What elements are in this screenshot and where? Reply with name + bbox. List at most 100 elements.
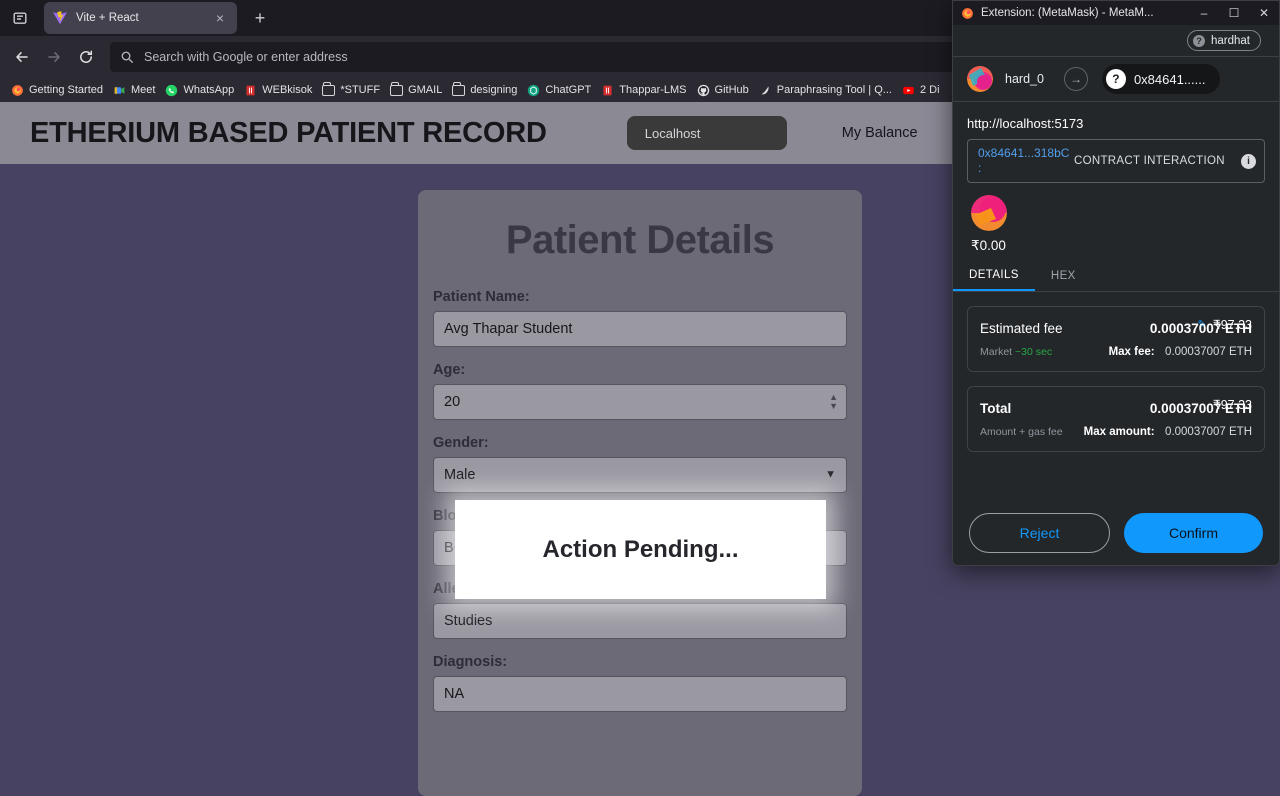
estimated-fee-label: Estimated fee bbox=[980, 321, 1063, 336]
metamask-extension-window: Extension: (MetaMask) - MetaM... – ☐ ✕ ?… bbox=[952, 0, 1280, 566]
browser-tab[interactable]: Vite + React × bbox=[44, 2, 237, 34]
patient-details-card: Patient Details Patient Name: Avg Thapar… bbox=[418, 190, 862, 796]
page-title: ETHERIUM BASED PATIENT RECORD bbox=[30, 116, 547, 149]
market-speed: Market ~30 sec bbox=[980, 346, 1052, 358]
firefox-browser-window: Vite + React × + Search with Google or e… bbox=[0, 0, 1280, 796]
chatgpt-icon bbox=[527, 84, 540, 97]
info-icon[interactable]: i bbox=[1241, 153, 1256, 169]
bookmark-label: *STUFF bbox=[340, 84, 381, 96]
bookmark-meet[interactable]: Meet bbox=[108, 80, 160, 100]
contract-type-label: CONTRACT INTERACTION bbox=[1074, 154, 1225, 167]
max-amount-label: Max amount: bbox=[1083, 426, 1155, 438]
urlbar-placeholder: Search with Google or enter address bbox=[144, 50, 348, 64]
bookmark-label: ChatGPT bbox=[545, 84, 592, 96]
market-label: Market bbox=[980, 346, 1013, 358]
bookmark-github[interactable]: GitHub bbox=[692, 80, 754, 100]
field-diagnosis: Diagnosis: NA bbox=[433, 654, 847, 712]
gender-select[interactable]: Male ▼ bbox=[433, 457, 847, 493]
max-amount-value: 0.00037007 ETH bbox=[1165, 426, 1252, 438]
action-pending-text: Action Pending... bbox=[542, 535, 739, 563]
max-fee-group: Max fee: 0.00037007 ETH bbox=[1109, 342, 1252, 360]
total-main-row: Total 0.00037007 ETH bbox=[980, 401, 1252, 416]
forward-arrow-icon bbox=[38, 41, 70, 73]
bookmark-label: 2 Di bbox=[919, 84, 940, 96]
folder-icon bbox=[452, 82, 466, 97]
details-hex-tabs: DETAILS HEX bbox=[953, 262, 1279, 292]
bookmark-whatsapp[interactable]: WhatsApp bbox=[160, 80, 239, 100]
reload-icon[interactable] bbox=[70, 41, 102, 73]
age-input[interactable]: 20 ▲ ▼ bbox=[433, 384, 847, 420]
bookmark-webkisok[interactable]: WEBkisok bbox=[239, 80, 317, 100]
amount-section: ₹0.00 bbox=[953, 183, 1279, 254]
bookmark-label: designing bbox=[470, 84, 518, 96]
metamask-window-title: Extension: (MetaMask) - MetaM... bbox=[981, 7, 1154, 19]
bookmark-youtube[interactable]: 2 Di bbox=[897, 80, 945, 100]
network-button[interactable]: Localhost bbox=[626, 116, 787, 150]
number-stepper-icon[interactable]: ▲ ▼ bbox=[829, 393, 838, 411]
bookmark-label: Getting Started bbox=[29, 84, 103, 96]
bookmark-getting-started[interactable]: Getting Started bbox=[6, 80, 108, 100]
bookmark-thappar-lms[interactable]: Thappar-LMS bbox=[596, 80, 691, 100]
chevron-down-icon: ▼ bbox=[825, 468, 836, 481]
market-time: ~30 sec bbox=[1015, 346, 1053, 358]
eth-token-icon bbox=[971, 195, 1007, 231]
close-icon[interactable]: ✕ bbox=[1249, 1, 1279, 25]
bookmark-folder-designing[interactable]: designing bbox=[447, 80, 522, 100]
minimize-icon[interactable]: – bbox=[1189, 1, 1219, 25]
bookmark-chatgpt[interactable]: ChatGPT bbox=[522, 80, 596, 100]
max-fee-value: 0.00037007 ETH bbox=[1165, 346, 1252, 358]
network-badge-icon: ? bbox=[1192, 34, 1205, 47]
max-amount-group: Max amount: 0.00037007 ETH bbox=[1084, 422, 1252, 440]
estimated-fee-sub-row: Market ~30 sec Max fee: 0.00037007 ETH bbox=[980, 342, 1252, 360]
field-label: Gender: bbox=[433, 435, 489, 451]
total-box: ₹97.33 Total 0.00037007 ETH Amount + gas… bbox=[967, 386, 1265, 452]
bookmark-paraphrasing-tool[interactable]: Paraphrasing Tool | Q... bbox=[754, 80, 897, 100]
confirm-button[interactable]: Confirm bbox=[1124, 513, 1263, 553]
tab-title: Vite + React bbox=[76, 12, 139, 24]
total-sub-label: Amount + gas fee bbox=[980, 426, 1063, 438]
new-tab-button[interactable]: + bbox=[245, 3, 275, 33]
reject-button[interactable]: Reject bbox=[969, 513, 1110, 553]
field-gender: Gender: Male ▼ bbox=[433, 435, 847, 493]
close-icon[interactable]: × bbox=[211, 9, 229, 27]
field-age: Age: 20 ▲ ▼ bbox=[433, 362, 847, 420]
bookmark-label: Paraphrasing Tool | Q... bbox=[776, 84, 892, 96]
folder-icon bbox=[390, 82, 404, 97]
folder-icon bbox=[322, 82, 336, 97]
action-buttons: Reject Confirm bbox=[953, 499, 1279, 565]
back-arrow-icon[interactable] bbox=[6, 41, 38, 73]
maximize-icon[interactable]: ☐ bbox=[1219, 1, 1249, 25]
jazzicon-avatar bbox=[967, 66, 993, 92]
select-value: Male bbox=[444, 467, 476, 483]
input-value: Studies bbox=[444, 613, 493, 629]
field-label: Diagnosis: bbox=[433, 654, 508, 670]
tab-details[interactable]: DETAILS bbox=[953, 261, 1035, 291]
field-label: Patient Name: bbox=[433, 289, 530, 305]
action-pending-modal: Action Pending... bbox=[455, 500, 826, 599]
patient-name-input[interactable]: Avg Thapar Student bbox=[433, 311, 847, 347]
network-name: hardhat bbox=[1210, 34, 1250, 47]
tab-hex[interactable]: HEX bbox=[1035, 261, 1092, 291]
balance-label: My Balance bbox=[841, 125, 918, 141]
metamask-titlebar: Extension: (MetaMask) - MetaM... – ☐ ✕ bbox=[953, 1, 1279, 25]
account-name: hard_0 bbox=[1005, 72, 1044, 86]
firefox-icon bbox=[11, 84, 24, 97]
contract-address: 0x84641...318bC : bbox=[978, 146, 1070, 175]
lms-icon bbox=[601, 84, 614, 97]
field-patient-name: Patient Name: Avg Thapar Student bbox=[433, 289, 847, 347]
bookmark-label: WhatsApp bbox=[183, 84, 235, 96]
recipient-badge-icon: ? bbox=[1105, 69, 1126, 89]
bookmark-folder-stuff[interactable]: *STUFF bbox=[317, 80, 385, 100]
network-selector[interactable]: ? hardhat bbox=[1186, 30, 1261, 51]
screen-root: Vite + React × + Search with Google or e… bbox=[0, 0, 1280, 796]
bookmark-folder-gmail[interactable]: GMAIL bbox=[385, 80, 447, 100]
contract-interaction-box[interactable]: 0x84641...318bC : CONTRACT INTERACTION i bbox=[967, 139, 1265, 183]
recipient-pill[interactable]: ? 0x84641...... bbox=[1101, 64, 1220, 94]
card-title: Patient Details bbox=[505, 218, 775, 262]
metamask-body: ? hardhat hard_0 → ? 0x84641...... http:… bbox=[953, 25, 1279, 565]
allergies-input[interactable]: Studies bbox=[433, 603, 847, 639]
list-all-tabs-icon[interactable] bbox=[0, 0, 40, 36]
total-eth: 0.00037007 ETH bbox=[1149, 401, 1252, 416]
diagnosis-input[interactable]: NA bbox=[433, 676, 847, 712]
input-value: 20 bbox=[444, 394, 461, 410]
